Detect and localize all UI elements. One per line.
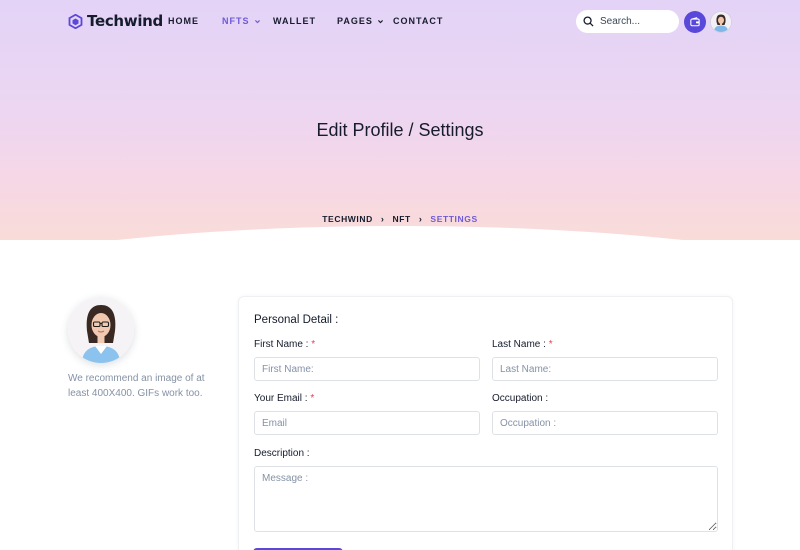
nav-item-wallet[interactable]: WALLET	[273, 16, 316, 26]
breadcrumb-item-nft[interactable]: NFT	[392, 214, 410, 224]
nav-item-label: CONTACT	[393, 16, 444, 26]
personal-detail-card: Personal Detail : First Name : * Last Na…	[238, 296, 733, 550]
profile-image-note: We recommend an image of at least 400X40…	[68, 373, 205, 399]
last-name-field[interactable]	[492, 357, 718, 381]
description-textarea[interactable]	[254, 466, 718, 532]
nav-item-pages[interactable]: PAGES	[337, 16, 384, 26]
page-title: Edit Profile / Settings	[316, 120, 484, 140]
user-avatar[interactable]	[710, 11, 732, 33]
search-box[interactable]	[576, 10, 679, 33]
brand-logo[interactable]: Techwind	[68, 12, 163, 30]
occupation-field[interactable]	[492, 411, 718, 435]
email-label: Your Email : *	[254, 393, 314, 404]
email-label-text: Your Email :	[254, 393, 308, 404]
top-navigation: Techwind HOME NFTS WALLET PAGES CONTACT	[0, 0, 800, 44]
occupation-label: Occupation :	[492, 393, 548, 404]
chevron-down-icon	[254, 19, 260, 23]
nav-item-label: NFTS	[222, 16, 250, 26]
occupation-label-text: Occupation :	[492, 393, 549, 404]
profile-image	[68, 297, 134, 363]
card-title: Personal Detail :	[254, 314, 339, 326]
wallet-button[interactable]	[684, 11, 706, 33]
breadcrumb-separator-icon: ›	[380, 214, 385, 224]
first-name-label: First Name : *	[254, 339, 315, 350]
nav-item-nfts[interactable]: NFTS	[222, 16, 261, 26]
first-name-field[interactable]	[254, 357, 480, 381]
breadcrumb-item-techwind[interactable]: TECHWIND	[322, 214, 373, 224]
nav-item-home[interactable]: HOME	[168, 16, 199, 26]
description-label: Description :	[254, 448, 310, 459]
nav-item-contact[interactable]: CONTACT	[393, 16, 443, 26]
brand-name: Techwind	[87, 12, 163, 30]
chevron-down-icon	[377, 19, 383, 23]
logo-icon	[68, 13, 83, 29]
required-marker: *	[310, 393, 315, 404]
search-input[interactable]	[600, 16, 670, 27]
breadcrumb-separator-icon: ›	[418, 214, 423, 224]
email-field[interactable]	[254, 411, 480, 435]
first-name-label-text: First Name :	[254, 339, 309, 350]
nav-item-label: PAGES	[337, 16, 373, 26]
wallet-icon	[690, 17, 700, 27]
search-icon	[583, 16, 594, 27]
breadcrumb: TECHWIND › NFT › SETTINGS	[0, 214, 800, 224]
description-label-text: Description :	[254, 448, 310, 459]
required-marker: *	[548, 339, 553, 350]
breadcrumb-item-settings: SETTINGS	[430, 214, 478, 224]
nav-item-label: HOME	[168, 16, 199, 26]
profile-photo[interactable]	[68, 297, 134, 363]
nav-item-label: WALLET	[273, 16, 316, 26]
last-name-label: Last Name : *	[492, 339, 553, 350]
avatar-icon	[711, 12, 731, 32]
last-name-label-text: Last Name :	[492, 339, 546, 350]
required-marker: *	[311, 339, 316, 350]
